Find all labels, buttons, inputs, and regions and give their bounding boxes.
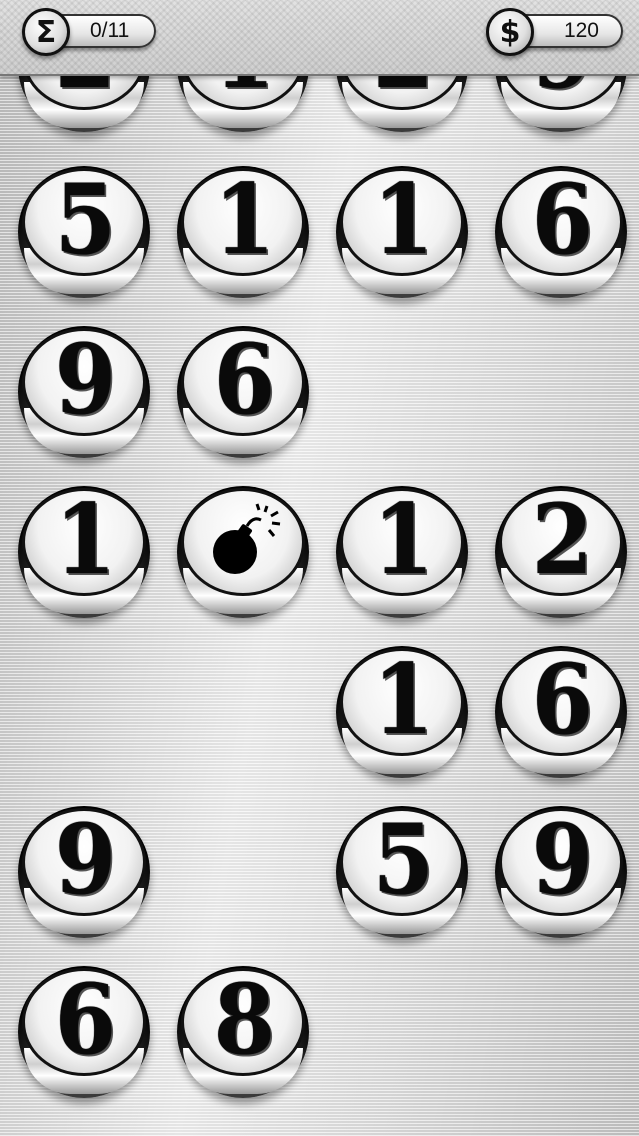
tile-face: 1 — [340, 168, 464, 276]
tile-face: 9 — [499, 808, 623, 916]
tile-face: 2 — [499, 488, 623, 596]
tile-face: 1 — [340, 648, 464, 756]
tile-number: 6 — [531, 163, 592, 276]
tile-number: 1 — [54, 483, 115, 596]
tile-number: 9 — [531, 803, 592, 916]
dollar-icon: $ — [486, 8, 534, 56]
number-tile[interactable]: 6 — [18, 966, 150, 1098]
number-tile[interactable]: 9 — [18, 806, 150, 938]
tile-number: 1 — [213, 163, 274, 276]
number-tile[interactable]: 1 — [336, 646, 468, 778]
tile-face: 6 — [499, 168, 623, 276]
tile-number: 6 — [531, 643, 592, 756]
sum-progress-text: 0/11 — [90, 19, 130, 42]
tile-number: 5 — [372, 803, 433, 916]
tile-face: 6 — [181, 328, 305, 436]
tile-face — [181, 488, 305, 596]
number-tile[interactable]: 6 — [177, 326, 309, 458]
hud-bar: 0/11 Σ 120 $ — [0, 0, 639, 76]
coin-amount-text: 120 — [563, 19, 599, 42]
tile-face: 8 — [181, 968, 305, 1076]
number-tile[interactable]: 9 — [18, 326, 150, 458]
number-tile[interactable]: 2 — [495, 486, 627, 618]
number-tile[interactable]: 6 — [495, 646, 627, 778]
number-tile[interactable]: 1 — [336, 166, 468, 298]
tile-face: 1 — [181, 168, 305, 276]
number-tile[interactable]: 5 — [18, 166, 150, 298]
number-tile[interactable]: 5 — [336, 806, 468, 938]
number-tile[interactable]: 1 — [177, 166, 309, 298]
dollar-glyph: $ — [499, 14, 521, 50]
tile-number: 1 — [372, 643, 433, 756]
tile-number: 6 — [213, 323, 274, 436]
tile-face: 5 — [22, 168, 146, 276]
number-tile[interactable]: 1 — [18, 486, 150, 618]
tile-number: 1 — [372, 163, 433, 276]
number-tile[interactable]: 1 — [336, 486, 468, 618]
bomb-tile[interactable] — [177, 486, 309, 618]
number-tile[interactable]: 9 — [495, 806, 627, 938]
sigma-glyph: Σ — [35, 14, 57, 50]
tile-number: 1 — [372, 483, 433, 596]
tile-face: 6 — [499, 648, 623, 756]
number-tile[interactable]: 6 — [495, 166, 627, 298]
game-board: 21295116961121695968 — [0, 0, 639, 1136]
tile-number: 8 — [213, 963, 274, 1076]
tile-face: 1 — [22, 488, 146, 596]
number-tile[interactable]: 8 — [177, 966, 309, 1098]
tile-number: 6 — [54, 963, 115, 1076]
tile-face: 9 — [22, 808, 146, 916]
bomb-icon — [213, 503, 281, 574]
tile-face: 6 — [22, 968, 146, 1076]
tile-face: 1 — [340, 488, 464, 596]
tile-number: 9 — [54, 803, 115, 916]
tile-face: 5 — [340, 808, 464, 916]
tile-number: 2 — [531, 483, 592, 596]
tile-number: 9 — [54, 323, 115, 436]
tile-face: 9 — [22, 328, 146, 436]
sigma-icon: Σ — [22, 8, 70, 56]
tile-number: 5 — [54, 163, 115, 276]
